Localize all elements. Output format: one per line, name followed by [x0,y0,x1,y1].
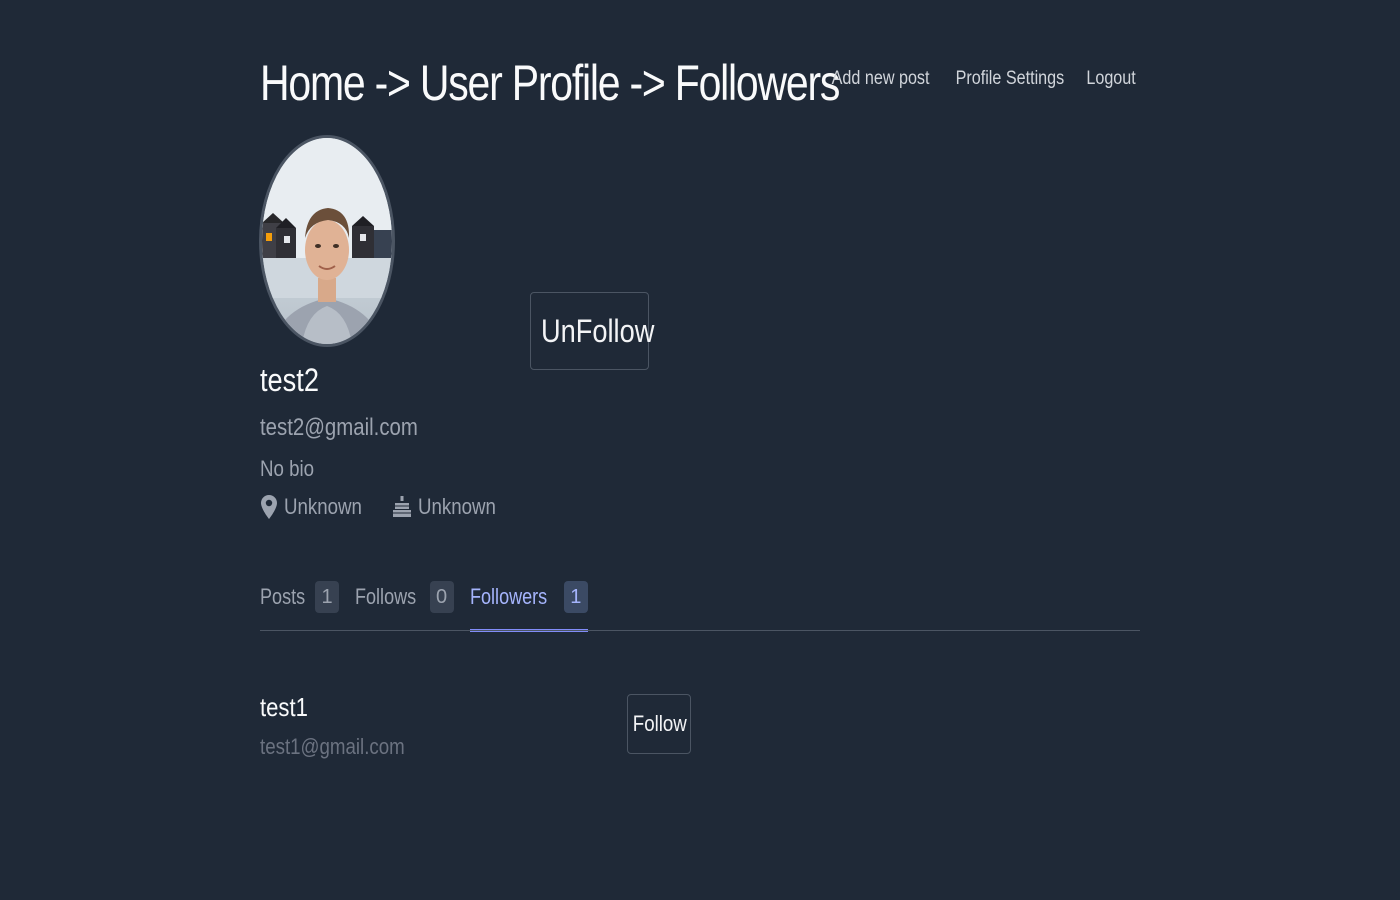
profile-bio: No bio [260,456,315,481]
location-item: Unknown [260,494,376,520]
profile-username: test2 [260,362,319,398]
unfollow-button-label: UnFollow [541,312,655,349]
tab-followers-count: 1 [563,581,588,613]
avatar [259,135,395,347]
logout-link[interactable]: Logout [1086,68,1135,90]
tab-follows[interactable]: Follows 0 [355,578,454,616]
tab-posts-count: 1 [315,581,340,613]
tab-followers[interactable]: Followers 1 [469,578,588,632]
profile-tabs: Posts 1 Follows 0 Followers 1 [260,578,588,632]
tab-followers-label: Followers [469,584,547,609]
profile-settings-link[interactable]: Profile Settings [956,68,1065,90]
tab-follows-label: Follows [355,584,417,609]
profile-meta: Unknown Unknown [260,494,525,520]
birthday-item: Unknown [392,494,510,520]
avatar-photo [262,138,392,344]
birthday-text: Unknown [417,494,496,519]
breadcrumb: Home -> User Profile -> Followers [260,55,840,111]
birthday-cake-icon [392,496,411,517]
location-pin-icon [261,495,277,519]
profile-email: test2@gmail.com [260,414,418,441]
tab-posts-label: Posts [260,584,306,609]
unfollow-button[interactable]: UnFollow [530,292,654,370]
follow-button[interactable]: Follow [627,694,691,754]
add-new-post-link[interactable]: Add new post [832,68,930,90]
top-nav: Add new post Profile Settings Logout [823,68,1140,90]
tab-follows-count: 0 [429,581,454,613]
profile-page: Home -> User Profile -> Followers Add ne… [0,0,1400,900]
tabs-divider [260,630,1140,631]
follower-email: test1@gmail.com [260,734,405,759]
tab-posts[interactable]: Posts 1 [260,578,340,616]
location-text: Unknown [284,494,362,519]
follow-button-label: Follow [632,711,687,736]
follower-name[interactable]: test1 [260,692,308,723]
